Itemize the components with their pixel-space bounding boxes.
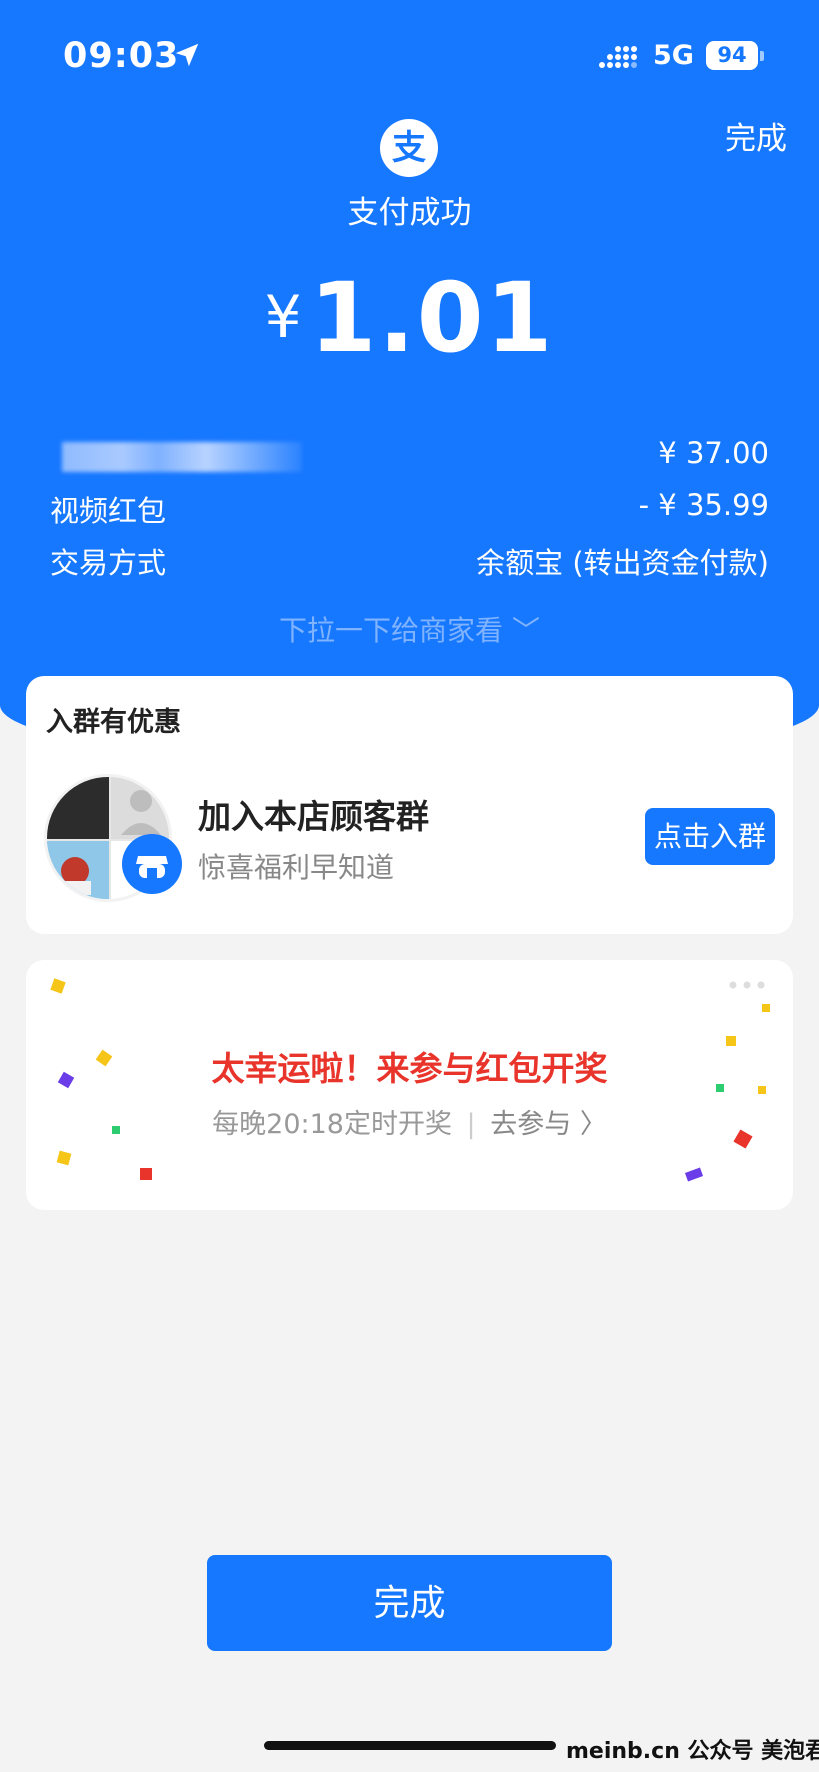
status-bar: 09:03 5G 94 xyxy=(0,0,819,110)
lucky-draw-title: 太幸运啦！来参与红包开奖 xyxy=(211,1049,608,1088)
group-card: 入群有优惠 加入本店顾客群 惊喜福利早知道 点击入群 xyxy=(26,676,793,934)
battery-icon: 94 xyxy=(706,41,758,70)
detail-label: 视频红包 xyxy=(50,494,167,528)
confetti xyxy=(140,1168,152,1180)
detail-value: 余额宝 (转出资金付款) xyxy=(476,546,769,580)
divider: | xyxy=(466,1109,476,1140)
payment-amount: ¥1.01 xyxy=(0,262,819,374)
currency-symbol: ¥ xyxy=(264,283,302,351)
detail-value: - ¥ 35.99 xyxy=(638,488,769,522)
join-group-button[interactable]: 点击入群 xyxy=(645,808,775,865)
avatar xyxy=(47,841,109,899)
payment-success-title: 支付成功 xyxy=(347,195,472,231)
status-time: 09:03 xyxy=(63,36,180,76)
amount-value: 1.01 xyxy=(309,262,555,374)
detail-row-original: ¥ 37.00 xyxy=(50,436,769,476)
alipay-logo-icon: 支 xyxy=(380,119,438,177)
location-arrow-icon xyxy=(175,43,199,67)
signal-icon xyxy=(599,46,637,68)
confetti xyxy=(684,1167,704,1182)
done-top-button[interactable]: 完成 xyxy=(725,113,787,158)
more-dots-icon[interactable] xyxy=(727,978,767,992)
default-user-icon xyxy=(121,790,161,835)
header-background xyxy=(0,0,819,765)
group-subtitle: 惊喜福利早知道 xyxy=(198,851,395,884)
store-icon xyxy=(122,834,182,894)
pull-down-hint[interactable]: 下拉一下给商家看 ﹀ xyxy=(0,609,819,649)
lucky-draw-card[interactable]: 太幸运啦！来参与红包开奖 每晚20:18定时开奖 | 去参与 〉 xyxy=(26,960,793,1210)
network-label: 5G xyxy=(653,40,694,71)
participate-link[interactable]: 去参与 〉 xyxy=(490,1109,607,1140)
detail-row-coupon: 视频红包 - ¥ 35.99 xyxy=(50,488,769,528)
done-bottom-button[interactable]: 完成 xyxy=(207,1555,612,1651)
home-indicator xyxy=(264,1741,556,1750)
battery-tip xyxy=(760,51,764,61)
watermark: meinb.cn 公众号 美泡君 xyxy=(566,1739,819,1764)
blurred-merchant-label xyxy=(62,442,302,472)
lucky-draw-subtitle: 每晚20:18定时开奖 | 去参与 〉 xyxy=(26,1102,793,1141)
detail-row-method: 交易方式 余额宝 (转出资金付款) xyxy=(50,540,769,580)
confetti xyxy=(56,1150,72,1166)
avatar xyxy=(111,777,169,839)
draw-schedule: 每晚20:18定时开奖 xyxy=(212,1109,452,1140)
avatar xyxy=(47,777,109,839)
group-card-title: 入群有优惠 xyxy=(46,707,181,738)
confetti xyxy=(762,1004,770,1012)
detail-label: 交易方式 xyxy=(50,546,167,580)
avatar-image xyxy=(47,841,109,899)
detail-value: ¥ 37.00 xyxy=(658,436,769,470)
confetti xyxy=(50,978,66,994)
group-name: 加入本店顾客群 xyxy=(198,797,429,836)
